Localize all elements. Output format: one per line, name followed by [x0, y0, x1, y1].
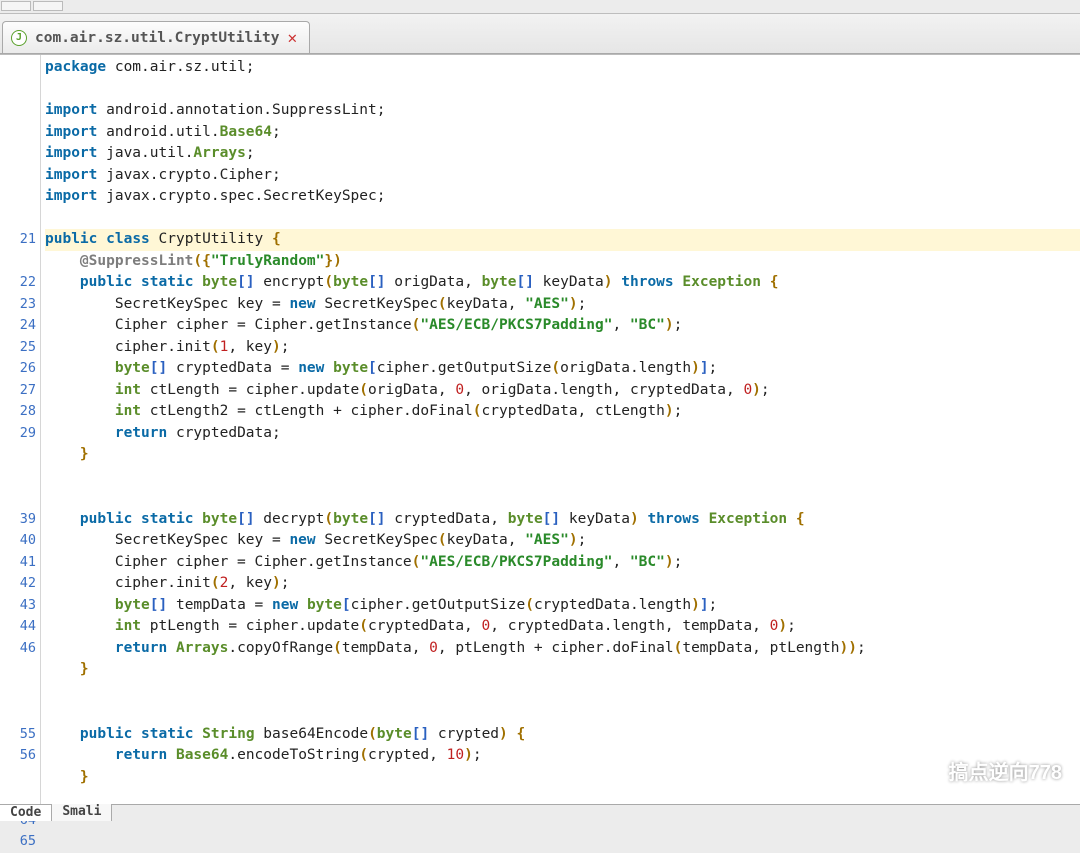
- toolbar-button[interactable]: [1, 1, 31, 11]
- tab-smali[interactable]: Smali: [52, 804, 112, 821]
- close-icon[interactable]: ✕: [287, 28, 297, 47]
- line-gutter: 2122232425262728293940414243444655566465: [0, 55, 41, 804]
- editor-tab-cryptutility[interactable]: J com.air.sz.util.CryptUtility ✕: [2, 21, 310, 53]
- wechat-icon: [905, 753, 939, 787]
- editor-tabbar: J com.air.sz.util.CryptUtility ✕: [0, 14, 1080, 54]
- code-editor[interactable]: 2122232425262728293940414243444655566465…: [0, 54, 1080, 804]
- java-class-icon: J: [11, 30, 27, 46]
- tab-title: com.air.sz.util.CryptUtility: [35, 30, 279, 46]
- bottom-tabbar: Code Smali: [0, 804, 1080, 821]
- watermark-text: 搞点逆向778: [949, 756, 1062, 785]
- top-toolbar: [0, 0, 1080, 14]
- toolbar-button[interactable]: [33, 1, 63, 11]
- tab-code[interactable]: Code: [0, 804, 52, 821]
- code-area[interactable]: package com.air.sz.util; import android.…: [41, 55, 1080, 804]
- watermark: 搞点逆向778: [905, 753, 1062, 787]
